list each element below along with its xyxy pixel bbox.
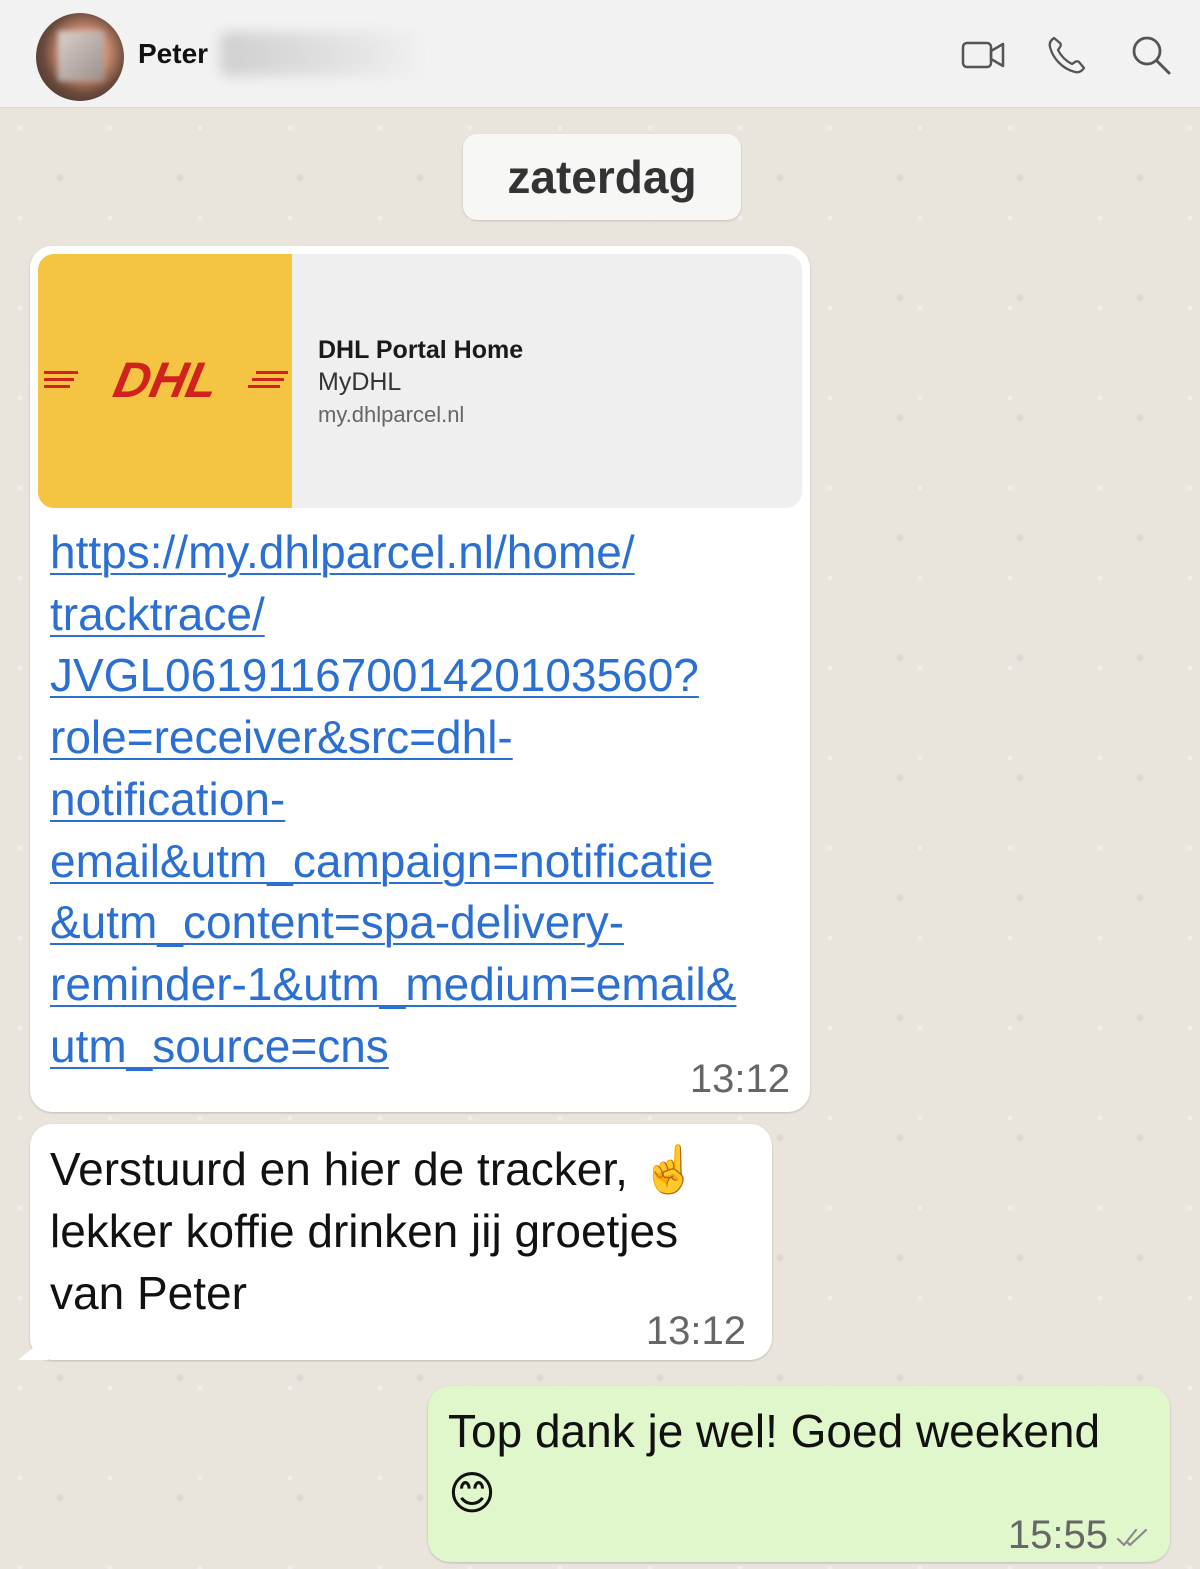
incoming-message-text[interactable]: Verstuurd en hier de tracker, ☝️ lekker …: [30, 1124, 772, 1360]
message-line: Verstuurd en hier de tracker, ☝️: [50, 1143, 698, 1195]
message-line: Top dank je wel! Goed weekend: [448, 1405, 1101, 1457]
message-timestamp: 13:12: [689, 1057, 790, 1101]
dhl-logo-text: DHL: [109, 352, 224, 408]
link-preview-title: DHL Portal Home: [318, 336, 524, 364]
link-line[interactable]: utm_source=cns: [50, 1016, 790, 1078]
search-icon[interactable]: [1128, 32, 1174, 78]
message-body: Verstuurd en hier de tracker, ☝️ lekker …: [50, 1138, 698, 1324]
message-line: 😊: [448, 1467, 496, 1519]
link-line[interactable]: &utm_content=spa-delivery-: [50, 892, 790, 954]
link-line[interactable]: tracktrace/: [50, 584, 790, 646]
date-separator: zaterdag: [463, 134, 741, 220]
message-line: van Peter: [50, 1267, 247, 1319]
message-timestamp: 15:55: [1007, 1513, 1108, 1557]
dhl-logo-thumbnail: DHL: [38, 254, 292, 508]
avatar-blur: [58, 31, 104, 81]
chat-header: Peter: [0, 0, 1200, 108]
link-preview-domain: my.dhlparcel.nl: [318, 402, 465, 427]
link-line[interactable]: role=receiver&src=dhl-: [50, 707, 790, 769]
link-line[interactable]: https://my.dhlparcel.nl/home/: [50, 522, 790, 584]
contact-name[interactable]: Peter: [138, 38, 208, 70]
link-preview-subtitle: MyDHL: [318, 368, 402, 396]
video-call-icon[interactable]: [960, 32, 1006, 78]
link-preview-card[interactable]: DHL DHL Portal Home MyDHL my.dhlparcel.n…: [38, 254, 802, 508]
link-line[interactable]: JVGL06191167001420103560?: [50, 645, 790, 707]
link-line[interactable]: notification-: [50, 769, 790, 831]
chat-area[interactable]: zaterdag DHL DHL Portal Home MyDHL my.dh…: [0, 108, 1200, 1569]
message-timestamp: 13:12: [645, 1309, 746, 1353]
message-line: lekker koffie drinken jij groetjes: [50, 1205, 679, 1257]
phone-call-icon[interactable]: [1044, 32, 1090, 78]
double-check-icon: [1116, 1528, 1148, 1547]
link-line[interactable]: email&utm_campaign=notificatie: [50, 831, 790, 893]
dhl-logo-icon: DHL: [44, 352, 288, 408]
outgoing-message-text[interactable]: Top dank je wel! Goed weekend 😊 15:55: [428, 1386, 1170, 1562]
message-body: Top dank je wel! Goed weekend 😊: [448, 1400, 1100, 1524]
redacted-surname: [220, 32, 430, 76]
link-line[interactable]: reminder-1&utm_medium=email&: [50, 954, 790, 1016]
avatar[interactable]: [36, 13, 124, 101]
incoming-message-link[interactable]: DHL DHL Portal Home MyDHL my.dhlparcel.n…: [30, 246, 810, 1112]
tracking-link[interactable]: https://my.dhlparcel.nl/home/ tracktrace…: [50, 522, 790, 1077]
